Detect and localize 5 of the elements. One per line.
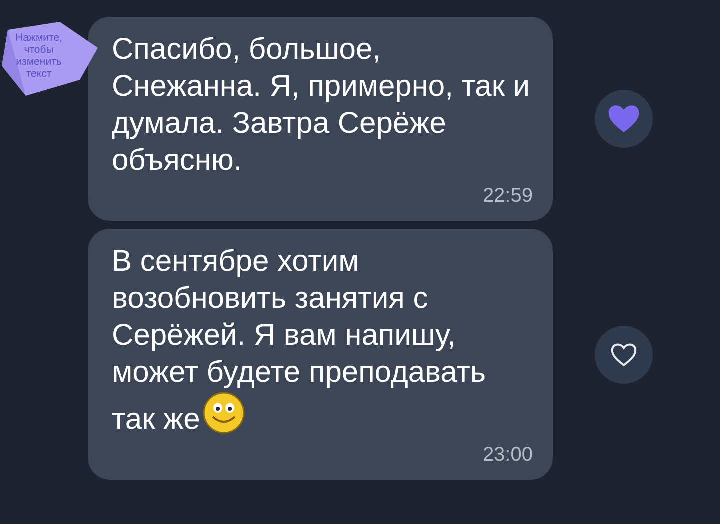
message-text: Спасибо, большое, Снежанна. Я, примерно, так и думала. Завтра Серёже объясню. xyxy=(112,33,530,177)
message-time: 23:00 xyxy=(482,443,533,468)
message-text: В сентябре хотим возобновить занятия с Серёжей. Я вам напишу, может будете преподавать так же xyxy=(112,245,486,436)
message-time: 22:59 xyxy=(482,184,533,209)
heart-icon xyxy=(610,342,638,368)
